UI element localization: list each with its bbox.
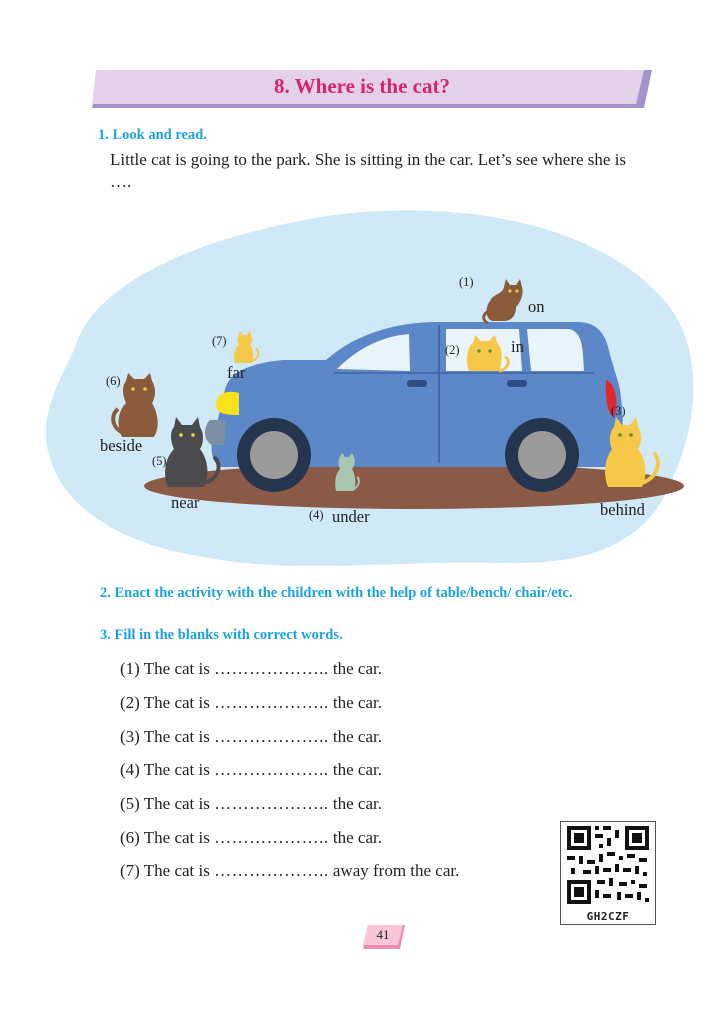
blank-2: ……………….. bbox=[214, 693, 329, 712]
blank-6: ……………….. bbox=[214, 828, 329, 847]
qr-pattern-icon bbox=[567, 826, 649, 904]
label-number-1: (1) bbox=[459, 275, 474, 289]
label-number-6: (6) bbox=[106, 374, 121, 388]
blank-3: ……………….. bbox=[214, 727, 329, 746]
fill-item-3: (3) The cat is ……………….. the car. bbox=[120, 727, 382, 746]
label-far: far bbox=[227, 363, 246, 382]
label-number-7: (7) bbox=[212, 334, 227, 348]
section-1-heading: 1. Look and read. bbox=[98, 127, 207, 143]
label-behind: behind bbox=[600, 500, 645, 519]
qr-code-label: GH2CZF bbox=[586, 910, 630, 923]
fill-item-4: (4) The cat is ……………….. the car. bbox=[120, 760, 382, 779]
label-in: in bbox=[511, 337, 524, 356]
label-number-5: (5) bbox=[152, 454, 167, 468]
label-number-4: (4) bbox=[309, 508, 324, 522]
blank-4: ……………….. bbox=[214, 760, 329, 779]
intro-paragraph: Little cat is going to the park. She is … bbox=[110, 150, 627, 191]
blank-1: ……………….. bbox=[214, 659, 329, 678]
section-3-heading: 3. Fill in the blanks with correct words… bbox=[100, 627, 343, 643]
label-under: under bbox=[332, 507, 370, 526]
label-number-3: (3) bbox=[611, 404, 626, 418]
qr-code[interactable]: GH2CZF bbox=[560, 821, 656, 925]
blank-5: ……………….. bbox=[214, 794, 329, 813]
label-on: on bbox=[528, 297, 545, 316]
fill-item-7: (7) The cat is ……………….. away from the ca… bbox=[120, 861, 460, 880]
page-number: 41 bbox=[376, 927, 390, 942]
fill-item-1: (1) The cat is ……………….. the car. bbox=[120, 659, 382, 678]
fill-item-2: (2) The cat is ……………….. the car. bbox=[120, 693, 382, 712]
section-2-heading: 2. Enact the activity with the children … bbox=[100, 585, 573, 601]
label-beside: beside bbox=[100, 436, 143, 455]
fill-item-5: (5) The cat is ……………….. the car. bbox=[120, 794, 382, 813]
label-near: near bbox=[171, 493, 200, 512]
label-number-2: (2) bbox=[445, 343, 460, 357]
page-title: 8. Where is the cat? bbox=[274, 74, 450, 98]
blank-7: ……………….. bbox=[214, 861, 329, 880]
fill-item-6: (6) The cat is ……………….. the car. bbox=[120, 828, 382, 847]
